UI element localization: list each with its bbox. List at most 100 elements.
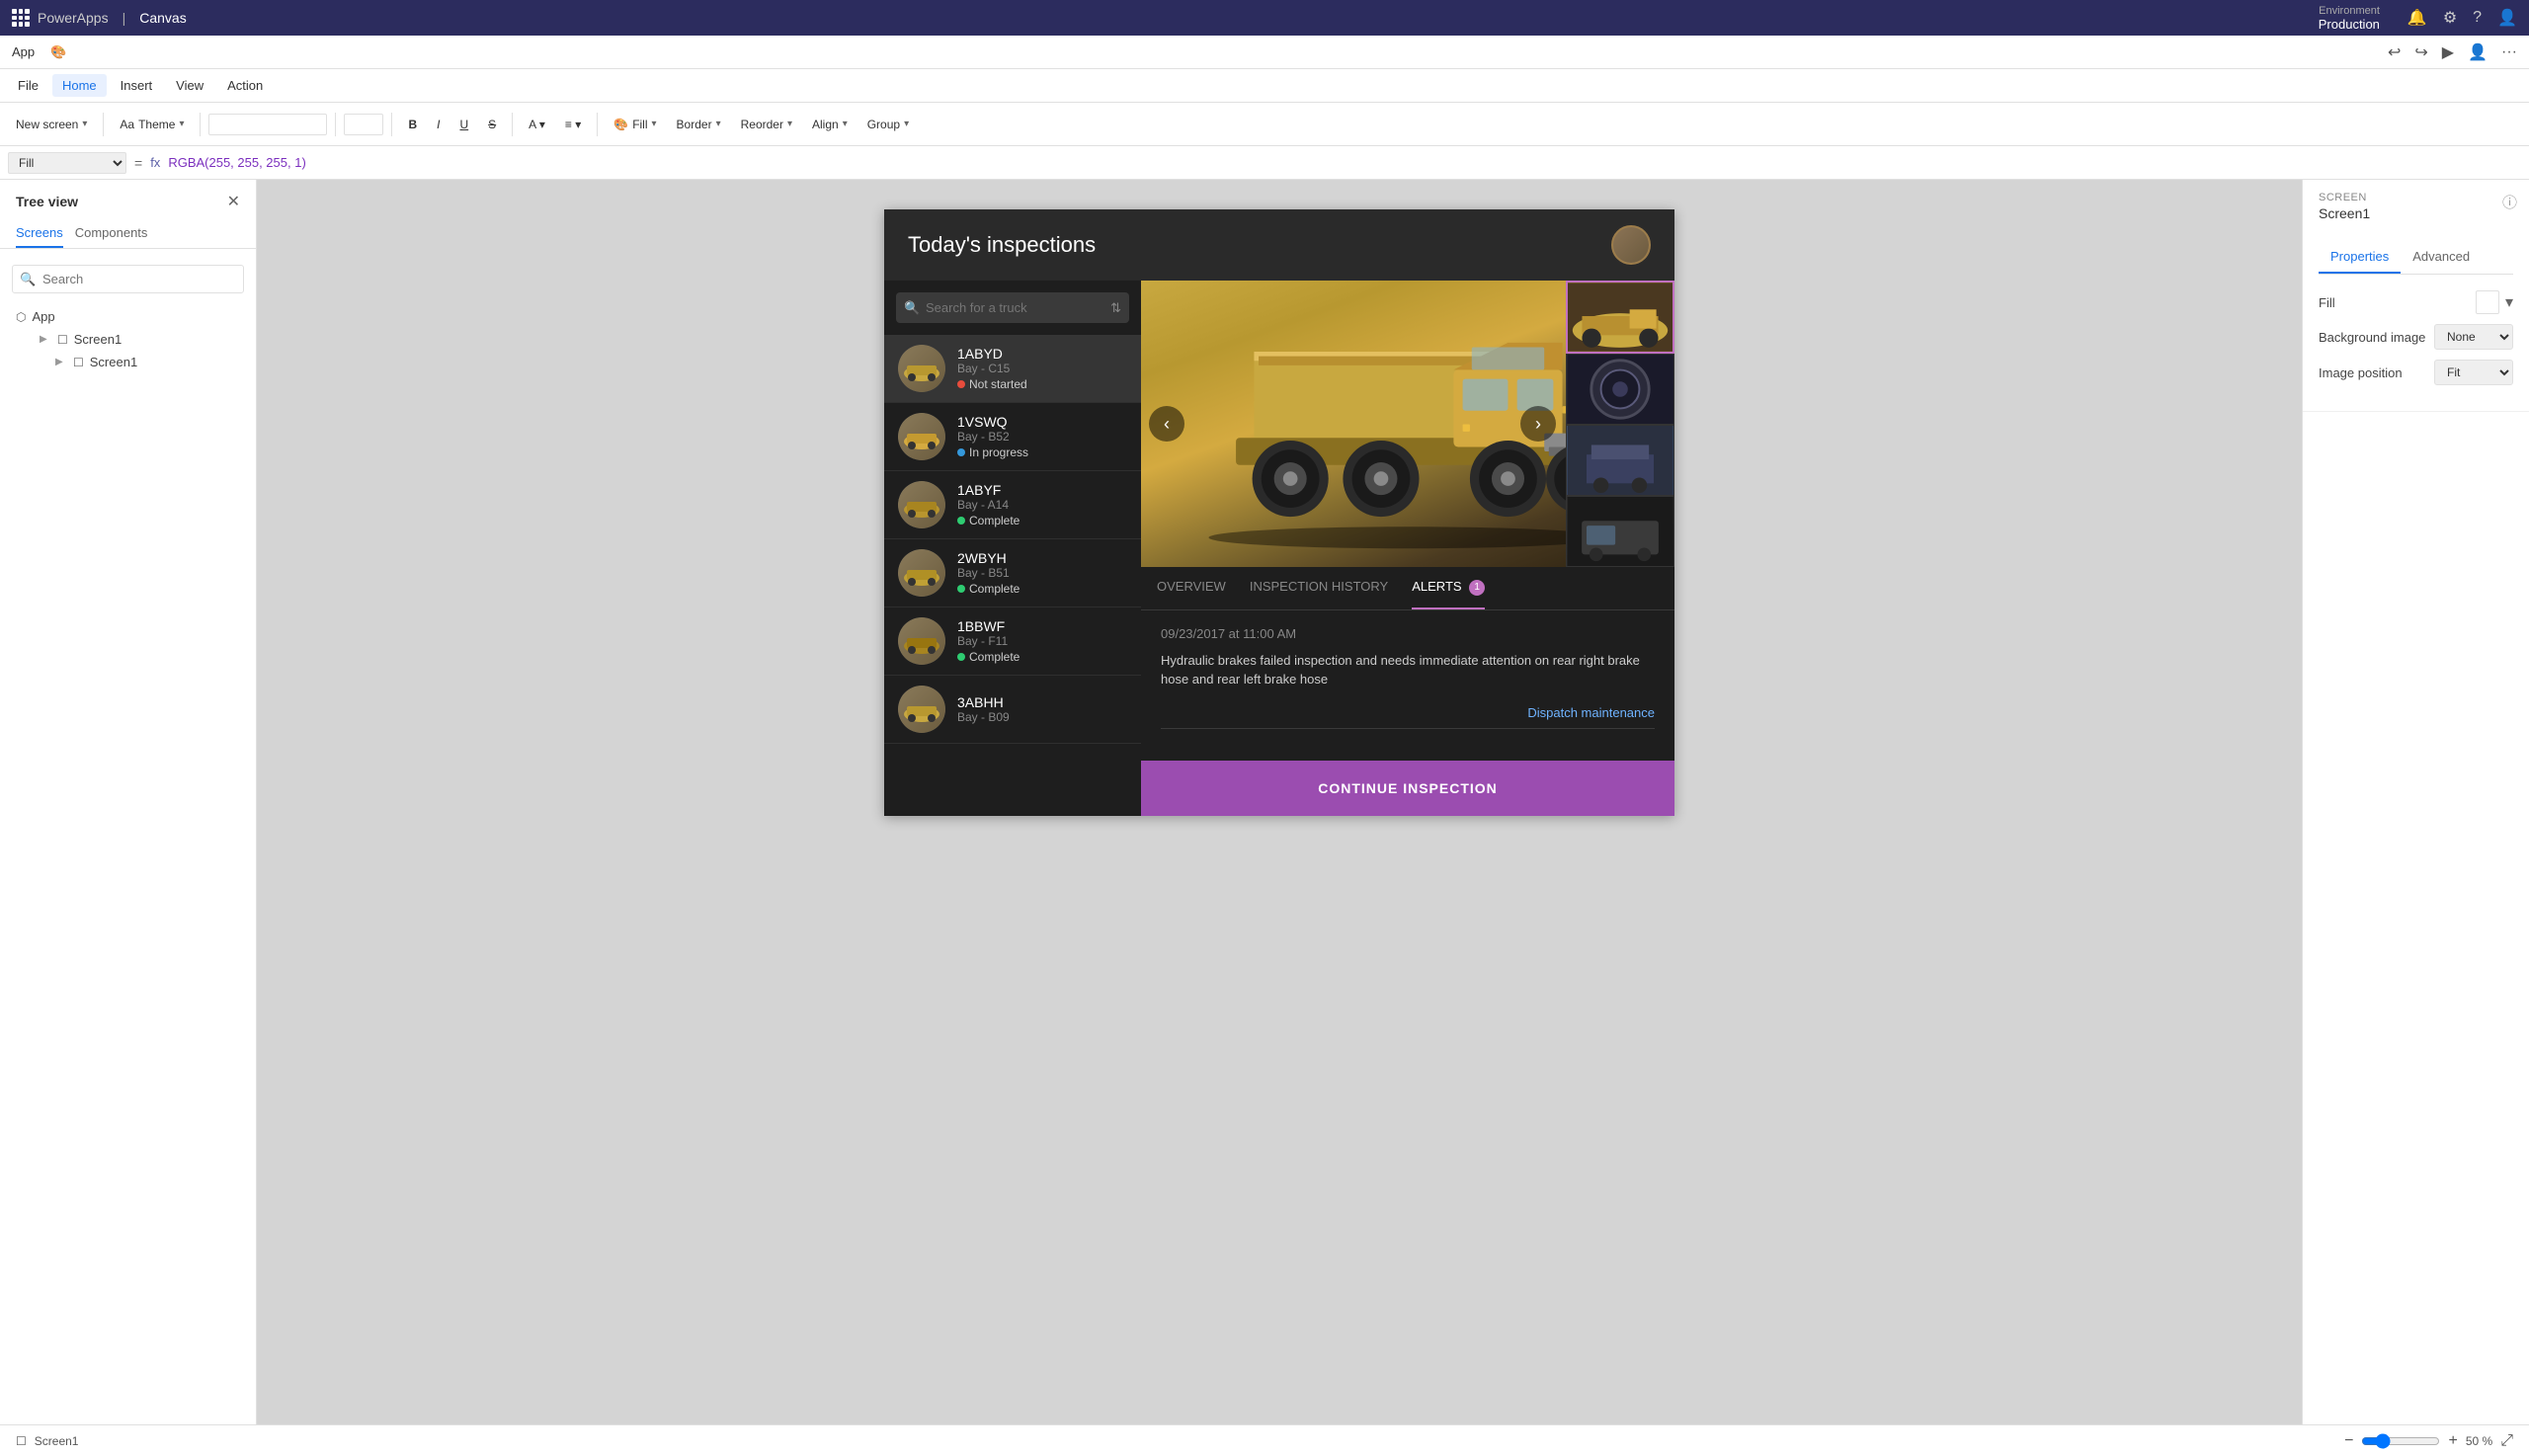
truck-name-4: 2WBYH <box>957 550 1127 566</box>
truck-prev-button[interactable]: ‹ <box>1149 406 1184 442</box>
app-logo[interactable]: PowerApps | Canvas <box>12 9 187 27</box>
filter-icon[interactable]: ⇅ <box>1110 300 1121 316</box>
truck-name-1: 1ABYD <box>957 346 1127 362</box>
user-icon[interactable]: 👤 <box>2497 8 2517 28</box>
truck-item-1vswq[interactable]: 1VSWQ Bay - B52 In progress <box>884 403 1141 471</box>
truck-thumb-1[interactable] <box>1566 281 1674 354</box>
expand-icon-2: ▶ <box>55 357 67 367</box>
align-button[interactable]: ≡ ▾ <box>557 114 589 135</box>
expand-icon[interactable]: ⤢ <box>2500 1432 2513 1450</box>
truck-avatar-img-3 <box>898 481 945 528</box>
thumb-svg-3 <box>1567 426 1673 495</box>
underline-button[interactable]: U <box>451 114 476 135</box>
continue-inspection-button[interactable]: CONTINUE INSPECTION <box>1141 761 1674 816</box>
tab-components[interactable]: Components <box>75 219 148 248</box>
status-text-2: In progress <box>969 445 1028 459</box>
menu-view[interactable]: View <box>166 74 213 97</box>
tab-overview[interactable]: OVERVIEW <box>1157 567 1226 609</box>
screen-section-label: SCREEN <box>2319 192 2513 203</box>
theme-button[interactable]: Aa Theme ▾ <box>112 114 192 135</box>
truck-thumb-3[interactable] <box>1566 425 1674 496</box>
toolbar-divider-6 <box>597 113 598 136</box>
fill-dropdown-icon[interactable]: ▾ <box>2505 292 2513 312</box>
status-dot-2 <box>957 448 965 456</box>
font-input[interactable] <box>208 114 327 135</box>
text-color-button[interactable]: A ▾ <box>521 114 553 135</box>
tree-item-screen1-top[interactable]: ▶ ☐ Screen1 <box>0 328 256 351</box>
formulabar: Fill = fx <box>0 146 2529 180</box>
right-panel-tab-advanced[interactable]: Advanced <box>2401 241 2482 274</box>
font-size-input[interactable] <box>344 114 383 135</box>
truck-item-1abyd[interactable]: 1ABYD Bay - C15 Not started <box>884 335 1141 403</box>
thumb-svg-4 <box>1567 497 1673 566</box>
help-circle-icon[interactable]: ⓘ <box>2502 192 2517 212</box>
truck-info-4: 2WBYH Bay - B51 Complete <box>957 550 1127 596</box>
more-icon[interactable]: ··· <box>2501 43 2517 61</box>
bell-icon[interactable]: 🔔 <box>2407 8 2427 28</box>
status-dot-5 <box>957 653 965 661</box>
zoom-slider[interactable] <box>2361 1433 2440 1449</box>
italic-button[interactable]: I <box>429 114 448 135</box>
truck-mini-svg-4 <box>902 558 941 588</box>
sidebar-search-icon: 🔍 <box>20 272 36 287</box>
tab-screens[interactable]: Screens <box>16 219 63 248</box>
group-button[interactable]: Group ▾ <box>859 114 917 135</box>
menu-insert[interactable]: Insert <box>111 74 163 97</box>
bold-button[interactable]: B <box>400 114 425 135</box>
right-panel-tab-properties[interactable]: Properties <box>2319 241 2401 274</box>
truck-bay-2: Bay - B52 <box>957 430 1127 444</box>
img-pos-select[interactable]: Fit <box>2434 360 2513 385</box>
topbar-right: Environment Production 🔔 ⚙ ? 👤 <box>2319 5 2517 32</box>
truck-item-2wbyh[interactable]: 2WBYH Bay - B51 Complete <box>884 539 1141 607</box>
truck-mini-svg-1 <box>902 354 941 383</box>
app-btn[interactable]: App <box>12 44 35 59</box>
strikethrough-button[interactable]: S <box>480 114 504 135</box>
menu-action[interactable]: Action <box>217 74 273 97</box>
theme-toggle-icon[interactable]: 🎨 <box>50 44 66 60</box>
tree-item-screen1-child[interactable]: ▶ ☐ Screen1 <box>0 351 256 373</box>
truck-item-3abhh[interactable]: 3ABHH Bay - B09 <box>884 676 1141 744</box>
fill-icon: 🎨 <box>613 118 628 131</box>
truck-thumb-4[interactable] <box>1566 496 1674 567</box>
tree-item-app[interactable]: ⬡ App <box>0 305 256 328</box>
truck-item-1abyf[interactable]: 1ABYF Bay - A14 Complete <box>884 471 1141 539</box>
person-icon[interactable]: 👤 <box>2468 42 2488 62</box>
undo-icon[interactable]: ↩ <box>2388 42 2401 62</box>
dispatch-maintenance-link[interactable]: Dispatch maintenance <box>1161 705 1655 720</box>
truck-avatar-img-6 <box>898 686 945 733</box>
menu-file[interactable]: File <box>8 74 48 97</box>
screen-icon-1: ☐ <box>57 333 68 347</box>
align-layout-button[interactable]: Align ▾ <box>804 114 856 135</box>
truck-search-input[interactable] <box>896 292 1129 323</box>
menu-home[interactable]: Home <box>52 74 107 97</box>
fill-color-swatch[interactable] <box>2476 290 2499 314</box>
truck-item-1bbwf[interactable]: 1BBWF Bay - F11 Complete <box>884 607 1141 676</box>
help-icon[interactable]: ? <box>2473 9 2482 27</box>
zoom-minus-button[interactable]: − <box>2344 1432 2353 1450</box>
fill-button[interactable]: 🎨 Fill ▾ <box>606 114 664 135</box>
grid-icon <box>12 9 30 27</box>
sidebar-close-button[interactable]: ✕ <box>227 192 240 211</box>
truck-thumb-2[interactable] <box>1566 354 1674 425</box>
formula-input[interactable] <box>168 155 2521 170</box>
border-button[interactable]: Border ▾ <box>669 114 729 135</box>
play-icon[interactable]: ▶ <box>2442 42 2454 62</box>
toolbar-divider-4 <box>391 113 392 136</box>
truck-info-6: 3ABHH Bay - B09 <box>957 694 1127 724</box>
truck-mini-svg-2 <box>902 422 941 451</box>
sidebar-search-input[interactable] <box>12 265 244 293</box>
thumb-svg-2 <box>1567 355 1673 424</box>
zoom-plus-button[interactable]: + <box>2448 1432 2457 1450</box>
sidebar-title: Tree view <box>16 194 78 209</box>
reorder-button[interactable]: Reorder ▾ <box>733 114 800 135</box>
bg-image-select[interactable]: None <box>2434 324 2513 350</box>
current-screen-label: Screen1 <box>35 1434 79 1448</box>
property-select[interactable]: Fill <box>8 152 126 174</box>
truck-next-button[interactable]: › <box>1520 406 1556 442</box>
gear-icon[interactable]: ⚙ <box>2443 8 2457 28</box>
redo-icon[interactable]: ↪ <box>2414 42 2427 62</box>
tab-alerts[interactable]: ALERTS 1 <box>1412 567 1485 609</box>
equals-sign: = <box>134 155 142 171</box>
new-screen-button[interactable]: New screen ▾ <box>8 114 95 135</box>
tab-inspection-history[interactable]: INSPECTION HISTORY <box>1250 567 1388 609</box>
